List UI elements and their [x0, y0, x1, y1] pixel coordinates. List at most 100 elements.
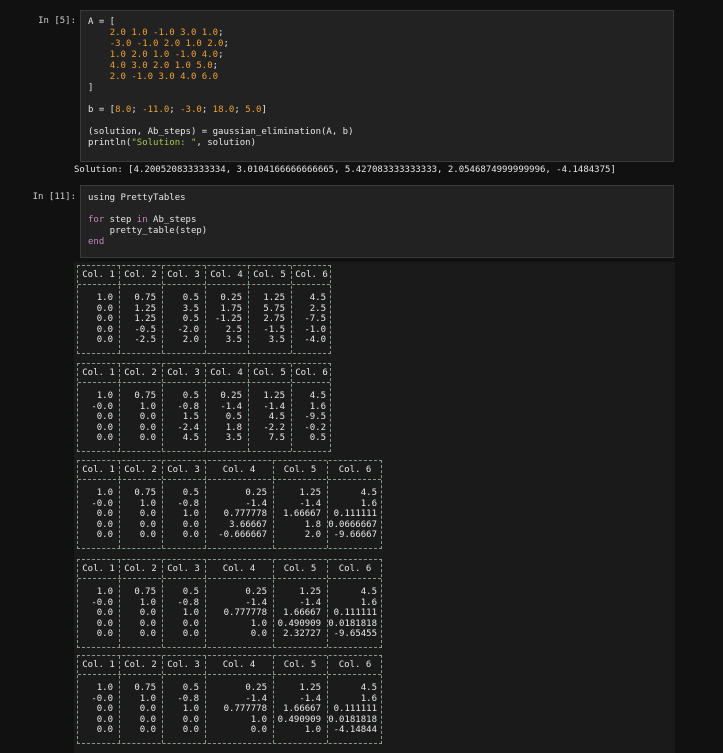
code-cell-editor[interactable]: A = [ 2.0 1.0 -1.0 3.0 1.0; -3.0 -1.0 2.… [80, 10, 674, 162]
cell-prompt: In [5]: [38, 16, 76, 26]
table-column-header: Col. 3 [167, 368, 200, 378]
table-cell: 0.75 [134, 488, 156, 498]
table-cell: 0.0666667 [328, 519, 377, 530]
table-cell: 1.0 [139, 401, 156, 412]
table-cell: 4.5 [360, 587, 377, 597]
table-cell: 0.0 [139, 714, 156, 725]
table-column-header: Col. 2 [124, 660, 157, 670]
table-cell: 0.0 [139, 412, 156, 422]
table-cell: 0.0 [182, 618, 199, 629]
table-cell: 0.0 [139, 704, 156, 714]
table-cell: -0.666667 [218, 530, 267, 540]
code-line: 2.0 1.0 -1.0 3.0 1.0; [88, 28, 224, 39]
table-cell: -4.14844 [333, 725, 377, 735]
code-token: -11.0 [142, 105, 170, 115]
code-line: -3.0 -1.0 2.0 1.0 2.0; [88, 39, 229, 50]
table-cell: -1.4 [220, 401, 242, 412]
table-cell: 0.0 [182, 725, 199, 735]
table-cell: 2.0 [304, 530, 321, 540]
table-cell: -1.4 [263, 401, 285, 412]
pretty-table: Col. 1 1.0 -0.0 0.0 0.0 0.0 Col. 2 0.75 1.0 0.0 0.… [77, 460, 382, 549]
code-cell-editor[interactable]: using PrettyTables for step in Ab_steps p… [80, 185, 674, 258]
table-column-header: Col. 5 [283, 564, 317, 574]
table-cell: 0.0 [96, 530, 113, 540]
table-cell: 0.0 [182, 519, 199, 530]
table-cell: 1.66667 [283, 704, 321, 714]
table-cell: 0.0 [139, 530, 156, 540]
table-cell: 0.0 [96, 422, 113, 433]
table-column-header: Col. 6 [295, 270, 328, 280]
table-cell: 0.0 [139, 618, 156, 629]
pretty-table: Col. 1 1.0 -0.0 0.0 0.0 0.0 Col. 2 0.75 1.0 0.0 0.… [77, 655, 382, 744]
table-cell: 0.0 [250, 725, 267, 735]
table-cell: 4.5 [309, 391, 326, 401]
table-cell: 1.0 [139, 498, 156, 509]
table-cell: 0.25 [245, 488, 267, 498]
table-cell: -1.4 [299, 498, 321, 509]
table-cell: 1.0 [182, 608, 199, 618]
code-token: ; [131, 105, 143, 115]
cell-output-solution: Solution: [4.200520833333334, 3.01041666… [74, 165, 616, 175]
table-cell: 1.0 [182, 509, 199, 519]
code-line: ] [88, 83, 93, 94]
code-token: println( [88, 138, 132, 148]
code-line: using PrettyTables [88, 193, 186, 204]
table-cell: 0.0 [182, 530, 199, 540]
table-cell: 1.25 [134, 303, 156, 314]
table-cell: 1.25 [299, 587, 321, 597]
table-cell: 0.25 [220, 293, 242, 303]
code-line: 1.0 2.0 1.0 -1.0 4.0; [88, 50, 224, 61]
table-cell: 2.32727 [283, 629, 321, 639]
code-token: step [104, 215, 137, 225]
table-cell: 1.0 [139, 597, 156, 608]
table-cell: 4.5 [182, 433, 199, 443]
table-cell: 0.0 [182, 714, 199, 725]
table-cell: 0.490909 [277, 618, 321, 629]
table-column-header: Col. 2 [124, 270, 157, 280]
table-cell: -4.0 [304, 335, 326, 345]
table-cell: 1.0 [96, 488, 113, 498]
code-token: 5.0 [245, 105, 262, 115]
code-token: Ab_steps [147, 215, 197, 225]
code-token: A = [ [88, 17, 116, 27]
table-cell: 7.5 [268, 433, 285, 443]
table-cell: 0.0181818 [328, 714, 377, 725]
table-column-header: Col. 1 [82, 660, 115, 670]
table-cell: 0.75 [134, 683, 156, 693]
table-cell: 1.6 [360, 693, 377, 704]
code-token: (solution, Ab_steps) = gaussian_eliminat… [88, 127, 354, 137]
table-cell: 1.0 [304, 725, 321, 735]
table-cell: -1.4 [299, 693, 321, 704]
table-column-header: Col. 2 [124, 465, 157, 475]
header-divider [78, 674, 381, 675]
pretty-table: Col. 1 1.0 -0.0 0.0 0.0 0.0 Col. 2 0.75 1.0 0.0 0.… [77, 559, 382, 648]
table-cell: 1.0 [250, 714, 267, 725]
code-token: -3.0 [180, 105, 202, 115]
code-token: 8.0 [115, 105, 132, 115]
code-line: (solution, Ab_steps) = gaussian_eliminat… [88, 127, 354, 138]
table-cell: 0.5 [182, 587, 199, 597]
code-line: 4.0 3.0 2.0 1.0 5.0; [88, 61, 218, 72]
header-divider [78, 382, 330, 383]
table-cell: 4.5 [360, 683, 377, 693]
table-cell: 1.25 [134, 314, 156, 324]
table-column-header: Col. 1 [82, 270, 115, 280]
table-cell: 0.5 [309, 433, 326, 443]
table-cell: 0.0 [139, 519, 156, 530]
table-cell: 1.25 [299, 488, 321, 498]
pretty-table: Col. 1 1.0 0.0 0.0 0.0 0.0 Col. 2 0.75 1.25 1.25-… [77, 265, 331, 354]
code-token: ; [201, 105, 213, 115]
table-cell: -0.2 [304, 422, 326, 433]
table-cell: -0.0 [91, 693, 113, 704]
table-column-header: Col. 5 [253, 270, 286, 280]
code-token: for [88, 215, 105, 225]
table-cell: 1.25 [263, 391, 285, 401]
code-token: , solution) [196, 138, 256, 148]
table-cell: 2.5 [309, 303, 326, 314]
header-divider [78, 578, 381, 579]
table-cell: 0.0 [250, 629, 267, 639]
table-cell: -2.4 [177, 422, 199, 433]
table-cell: -1.25 [214, 314, 242, 324]
